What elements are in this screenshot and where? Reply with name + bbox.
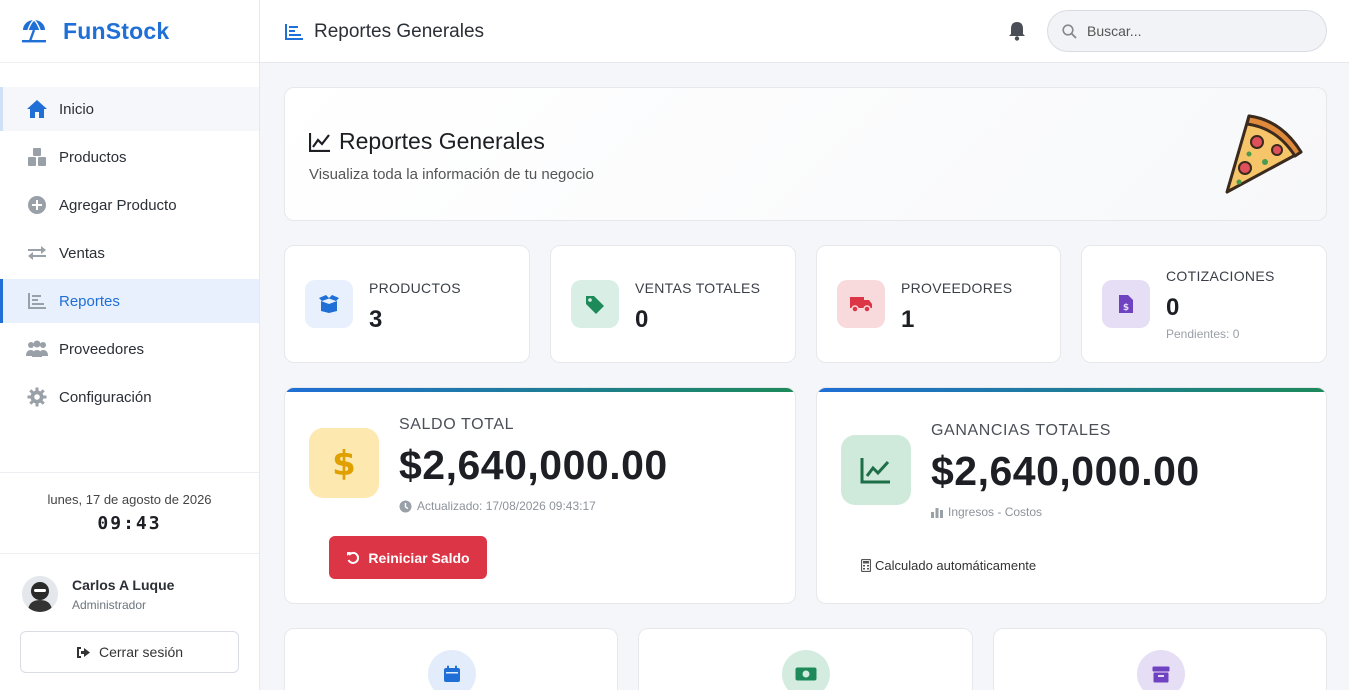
search-box[interactable] [1047, 10, 1327, 52]
brand[interactable]: FunStock [0, 0, 259, 63]
sidebar-item-label: Productos [59, 148, 127, 166]
undo-icon [346, 551, 360, 565]
truck-icon [837, 280, 885, 328]
stat-value: 1 [901, 306, 915, 333]
auto-calculated-text: Calculado automáticamente [875, 558, 1037, 573]
sidebar-item-label: Agregar Producto [59, 196, 177, 214]
bottom-card-money [638, 628, 973, 690]
sidebar-item-configuracion[interactable]: Configuración [0, 375, 259, 419]
plus-circle-icon [26, 194, 48, 216]
stat-value: 0 [1166, 294, 1180, 321]
reset-balance-label: Reiniciar Saldo [368, 549, 470, 566]
svg-text:$: $ [332, 445, 356, 481]
sidebar-item-ventas[interactable]: Ventas [0, 231, 259, 275]
calendar-icon [428, 650, 476, 690]
users-icon [26, 338, 48, 360]
sidebar: FunStock Inicio Productos Agregar Produc… [0, 0, 260, 690]
boxes-icon [26, 146, 48, 168]
topbar: Reportes Generales [260, 0, 1349, 63]
tags-icon [571, 280, 619, 328]
clock-icon [399, 500, 412, 513]
gear-icon [26, 386, 48, 408]
stat-card-productos: PRODUCTOS 3 [284, 245, 530, 363]
report-header-card: Reportes Generales Visualiza toda la inf… [284, 87, 1327, 221]
chart-icon [26, 290, 48, 312]
ganancias-label: GANANCIAS TOTALES [931, 422, 1112, 439]
stat-value: 3 [369, 306, 383, 333]
stat-note: Pendientes: 0 [1166, 327, 1240, 341]
ganancias-formula: Ingresos - Costos [931, 505, 1042, 519]
svg-text:$: $ [1123, 303, 1129, 313]
sidebar-item-label: Configuración [59, 388, 152, 406]
sign-out-icon [76, 646, 91, 659]
avatar [22, 576, 58, 612]
ganancias-value: $2,640,000.00 [931, 448, 1200, 494]
auto-calculated-note: Calculado automáticamente [861, 558, 1036, 573]
sidebar-item-agregar-producto[interactable]: Agregar Producto [0, 183, 259, 227]
stat-card-ventas: VENTAS TOTALES 0 [550, 245, 796, 363]
page-title-text: Reportes Generales [314, 20, 485, 42]
stat-label: COTIZACIONES [1166, 268, 1275, 284]
sidebar-item-label: Proveedores [59, 340, 145, 358]
home-icon [26, 98, 48, 120]
ganancias-totales-card: GANANCIAS TOTALES $2,640,000.00 Ingresos… [816, 387, 1327, 604]
line-chart-icon [309, 132, 331, 152]
pizza-icon [1225, 114, 1303, 194]
box-icon [1137, 650, 1185, 690]
stat-label: VENTAS TOTALES [635, 280, 761, 296]
bottom-card-calendar [284, 628, 618, 690]
invoice-dollar-icon: $ [1102, 280, 1150, 328]
report-title: Reportes Generales [309, 128, 545, 155]
calculator-icon [861, 559, 871, 572]
user-role: Administrador [72, 597, 147, 612]
stat-value: 0 [635, 306, 649, 333]
ganancias-formula-text: Ingresos - Costos [948, 505, 1043, 519]
stat-label: PRODUCTOS [369, 280, 461, 296]
user-name: Carlos A Luque [72, 576, 175, 593]
clock-widget: lunes, 17 de agosto de 2026 09:43 [0, 472, 259, 554]
stat-card-cotizaciones: $ COTIZACIONES 0 Pendientes: 0 [1081, 245, 1327, 363]
search-input[interactable] [1087, 23, 1307, 39]
sidebar-item-productos[interactable]: Productos [0, 135, 259, 179]
bottom-card-box [993, 628, 1327, 690]
money-bill-icon [782, 650, 830, 690]
clock-date: lunes, 17 de agosto de 2026 [47, 492, 212, 507]
brand-name: FunStock [63, 17, 170, 44]
report-title-text: Reportes Generales [339, 128, 545, 154]
page-title: Reportes Generales [284, 0, 484, 63]
sidebar-item-proveedores[interactable]: Proveedores [0, 327, 259, 371]
sidebar-item-label: Reportes [59, 292, 120, 310]
search-icon [1062, 23, 1077, 39]
sidebar-item-inicio[interactable]: Inicio [0, 87, 259, 131]
report-subtitle: Visualiza toda la información de tu nego… [309, 166, 594, 183]
saldo-total-card: $ SALDO TOTAL $2,640,000.00 Actualizado:… [284, 387, 796, 604]
bar-chart-icon [931, 506, 943, 518]
sidebar-item-reportes[interactable]: Reportes [0, 279, 259, 323]
saldo-value: $2,640,000.00 [399, 442, 668, 488]
reset-balance-button[interactable]: Reiniciar Saldo [329, 536, 487, 579]
umbrella-logo-icon [22, 19, 46, 43]
stat-card-proveedores: PROVEEDORES 1 [816, 245, 1061, 363]
saldo-updated-text: Actualizado: 17/08/2026 09:43:17 [417, 499, 596, 513]
logout-label: Cerrar sesión [98, 644, 184, 660]
notification-bell-icon[interactable] [1008, 21, 1026, 46]
sidebar-item-label: Ventas [59, 244, 105, 262]
trend-chart-icon [841, 435, 911, 505]
clock-time: 09:43 [97, 513, 162, 534]
stat-label: PROVEEDORES [901, 280, 1013, 296]
sidebar-item-label: Inicio [59, 100, 95, 118]
sidebar-nav: Inicio Productos Agregar Producto Ventas… [0, 63, 259, 419]
logout-button[interactable]: Cerrar sesión [20, 631, 239, 673]
dollar-icon: $ [309, 428, 379, 498]
exchange-icon [26, 242, 48, 264]
saldo-updated: Actualizado: 17/08/2026 09:43:17 [399, 499, 596, 513]
user-profile: Carlos A Luque Administrador [22, 576, 174, 612]
saldo-label: SALDO TOTAL [399, 416, 515, 433]
box-open-icon [305, 280, 353, 328]
chart-icon [284, 23, 304, 41]
